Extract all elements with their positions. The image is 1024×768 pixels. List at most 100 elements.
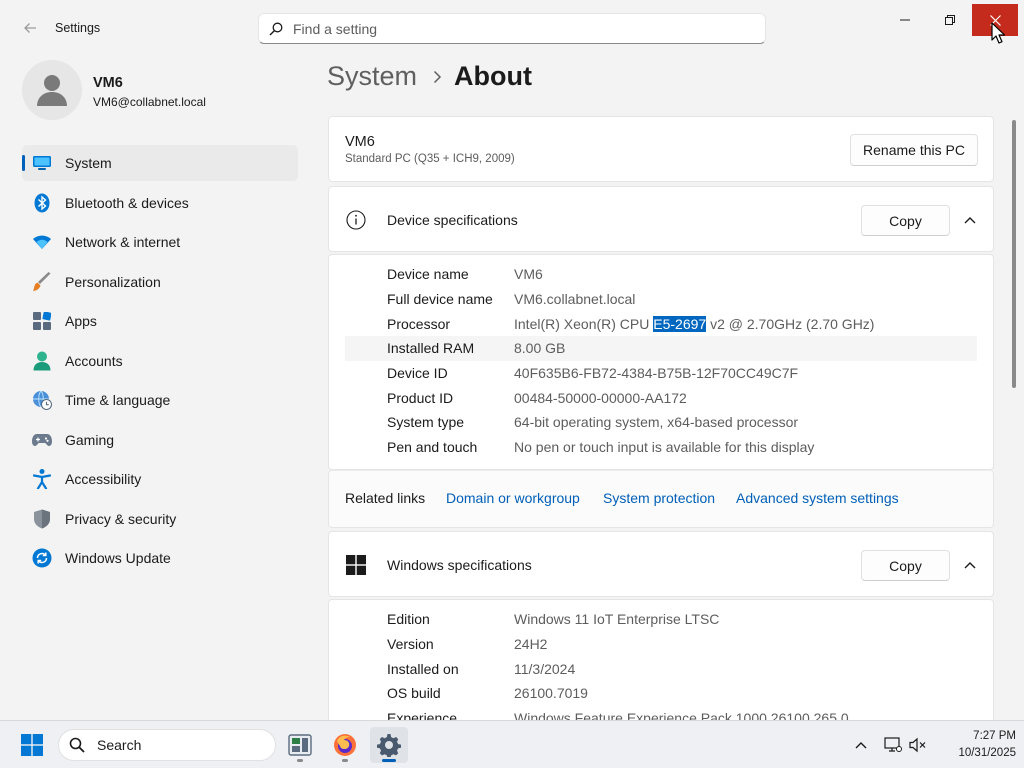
spec-row-processor: Processor Intel(R) Xeon(R) CPU E5-2697 v…: [329, 311, 993, 336]
spec-label: Version: [387, 636, 434, 653]
spec-value: 26100.7019: [514, 685, 588, 702]
spec-value: 8.00 GB: [514, 340, 566, 357]
spec-row-installed-ram: Installed RAM 8.00 GB: [345, 336, 977, 361]
paintbrush-icon: [32, 271, 52, 292]
taskbar-clock[interactable]: 7:27 PM 10/31/2025: [936, 728, 1016, 762]
advanced-system-settings-link[interactable]: Advanced system settings: [736, 490, 899, 506]
device-specifications-header[interactable]: Device specifications Copy: [328, 186, 994, 252]
spec-value: Windows 11 IoT Enterprise LTSC: [514, 611, 720, 628]
taskbar-app-task-view[interactable]: [281, 727, 319, 763]
nav-item-system[interactable]: System: [22, 145, 298, 181]
windows-specifications-title: Windows specifications: [387, 557, 532, 573]
copy-device-specs-button[interactable]: Copy: [861, 205, 950, 236]
shield-icon: [32, 509, 52, 529]
nav-item-label: Network & internet: [65, 234, 181, 250]
restore-button[interactable]: [927, 4, 973, 36]
nav-item-label: Gaming: [65, 431, 115, 448]
info-icon: [346, 210, 366, 230]
breadcrumb: System About: [327, 61, 532, 92]
system-monitor-icon: [32, 153, 52, 173]
start-button[interactable]: [14, 728, 50, 762]
breadcrumb-parent[interactable]: System: [327, 61, 417, 92]
spec-value: 40F635B6-FB72-4384-B75B-12F70CC49C7F: [514, 365, 799, 382]
collapse-device-specs-button[interactable]: [960, 211, 980, 229]
taskbar-search-label: Search: [97, 737, 142, 753]
taskbar-app-firefox[interactable]: [326, 727, 364, 763]
spec-label: System type: [387, 414, 465, 431]
show-hidden-icons-button[interactable]: [849, 733, 873, 757]
accessibility-icon: [32, 469, 52, 489]
nav-item-label: Privacy & security: [65, 510, 177, 527]
volume-mute-icon: [909, 737, 926, 753]
update-icon: [32, 548, 52, 568]
pc-model: Standard PC (Q35 + ICH9, 2009): [345, 153, 515, 165]
nav-item-windows-update[interactable]: Windows Update: [22, 540, 298, 576]
windows-specifications-header[interactable]: Windows specifications Copy: [328, 531, 994, 597]
system-protection-link[interactable]: System protection: [603, 490, 715, 506]
back-button[interactable]: [14, 14, 46, 42]
nav-item-apps[interactable]: Apps: [22, 303, 298, 339]
spec-row-device-name: Device name VM6: [329, 262, 993, 287]
minimize-button[interactable]: [882, 4, 928, 36]
settings-gear-icon: [377, 734, 401, 757]
navigation-pane: System Bluetooth & devices Network & int…: [22, 145, 298, 580]
pc-name-card: VM6 Standard PC (Q35 + ICH9, 2009) Renam…: [328, 116, 994, 182]
task-view-icon: [288, 734, 312, 756]
mouse-cursor-icon: [991, 22, 1005, 44]
collapse-windows-specs-button[interactable]: [960, 556, 980, 574]
volume-button[interactable]: [906, 733, 930, 757]
spec-value: 24H2: [514, 636, 548, 653]
rename-pc-button[interactable]: Rename this PC: [850, 134, 978, 166]
nav-item-label: Accessibility: [65, 471, 142, 487]
content-scrollbar[interactable]: [1012, 120, 1016, 388]
wifi-icon: [32, 232, 52, 252]
nav-item-label: Personalization: [65, 273, 161, 290]
domain-workgroup-link[interactable]: Domain or workgroup: [446, 490, 580, 506]
running-indicator: [297, 759, 303, 762]
spec-label: Product ID: [387, 389, 454, 406]
spec-label: Processor: [387, 315, 451, 332]
spec-row-system-type: System type 64-bit operating system, x64…: [329, 410, 993, 435]
settings-search-box[interactable]: [258, 13, 766, 44]
gamepad-icon: [32, 430, 52, 450]
windows-specifications-list: Edition Windows 11 IoT Enterprise LTSC V…: [328, 599, 994, 720]
taskbar-app-settings[interactable]: [370, 727, 408, 763]
copy-windows-specs-button[interactable]: Copy: [861, 550, 950, 581]
spec-value: No pen or touch input is available for t…: [514, 439, 815, 456]
selected-text[interactable]: E5-2697: [653, 315, 707, 332]
nav-item-accessibility[interactable]: Accessibility: [22, 461, 298, 497]
spec-row-installed-on: Installed on 11/3/2024: [329, 656, 993, 681]
nav-item-privacy-security[interactable]: Privacy & security: [22, 501, 298, 537]
nav-item-label: Time & language: [65, 392, 171, 408]
clock-time: 7:27 PM: [973, 730, 1016, 742]
spec-label: Installed RAM: [387, 340, 475, 357]
nav-item-bluetooth-devices[interactable]: Bluetooth & devices: [22, 185, 298, 221]
nav-item-network-internet[interactable]: Network & internet: [22, 224, 298, 260]
nav-item-gaming[interactable]: Gaming: [22, 422, 298, 458]
account-email: VM6@collabnet.local: [93, 95, 206, 109]
search-icon: [269, 22, 283, 35]
related-links-label: Related links: [345, 490, 426, 506]
firefox-icon: [334, 734, 356, 756]
chevron-right-icon: [433, 70, 442, 84]
settings-search-input[interactable]: [293, 20, 733, 37]
network-status-button[interactable]: [881, 733, 905, 757]
pc-name: VM6: [345, 134, 375, 150]
nav-item-time-language[interactable]: Time & language: [22, 382, 298, 418]
back-arrow-icon: [24, 23, 36, 33]
spec-label: Full device name: [387, 291, 493, 308]
spec-label: Device name: [387, 266, 469, 283]
restore-icon: [945, 15, 955, 25]
spec-label: OS build: [387, 685, 441, 702]
nav-item-accounts[interactable]: Accounts: [22, 343, 298, 379]
page-title: About: [454, 61, 532, 91]
windows-logo-icon: [346, 555, 366, 575]
taskbar-search[interactable]: Search: [58, 729, 276, 761]
running-indicator: [382, 759, 396, 762]
spec-value: 11/3/2024: [514, 660, 576, 677]
nav-item-personalization[interactable]: Personalization: [22, 264, 298, 300]
spec-label: Edition: [387, 611, 430, 628]
avatar[interactable]: [22, 60, 82, 120]
nav-item-label: Bluetooth & devices: [65, 194, 189, 211]
minimize-icon: [900, 19, 910, 21]
